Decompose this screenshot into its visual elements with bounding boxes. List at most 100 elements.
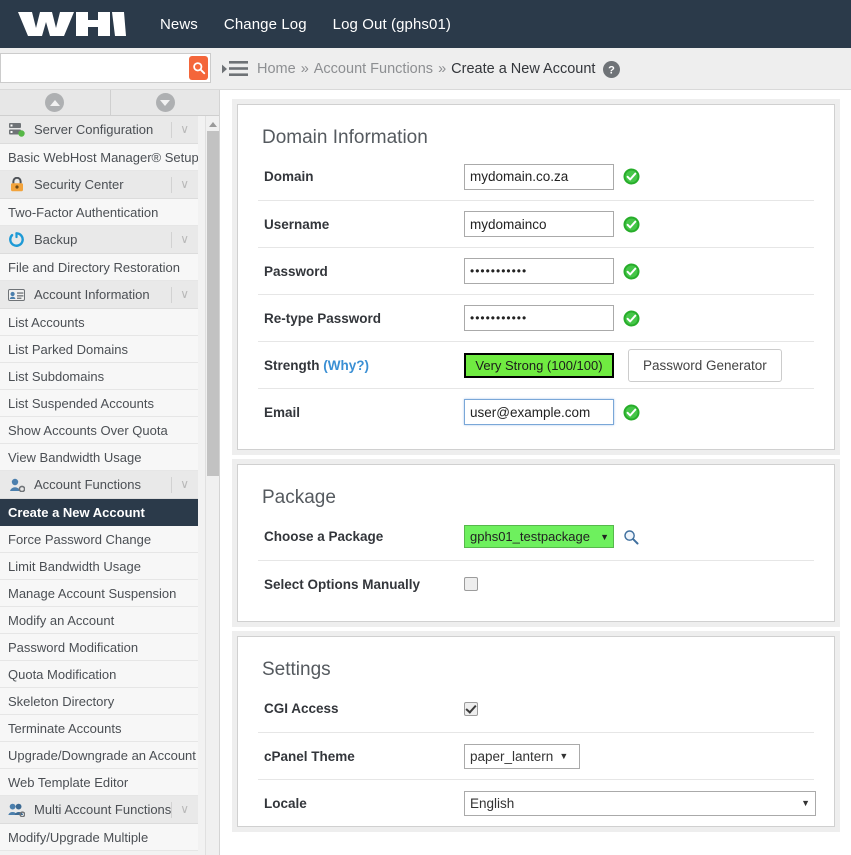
breadcrumb-home[interactable]: Home — [257, 61, 296, 77]
nav-log-out[interactable]: Log Out (gphs01) — [333, 16, 451, 33]
account-info-icon — [8, 287, 25, 302]
breadcrumb: Home » Account Functions » Create a New … — [257, 48, 621, 90]
sidebar-item-limit-bandwidth-usage[interactable]: Limit Bandwidth Usage — [0, 553, 198, 580]
domain-input[interactable] — [464, 163, 614, 190]
divider — [171, 122, 172, 138]
divider — [171, 232, 172, 248]
search-input[interactable] — [1, 55, 189, 81]
panel-title-settings: Settings — [262, 659, 331, 680]
sidebar-item-web-template-editor[interactable]: Web Template Editor — [0, 769, 198, 796]
check-circle-icon — [623, 310, 640, 326]
retype-password-masked-value: ••••••••••• — [470, 311, 528, 325]
toolbar-strip: Home » Account Functions » Create a New … — [0, 48, 851, 90]
check-circle-icon — [623, 168, 640, 185]
field-row-strength: Strength (Why?) Very Strong (100/100) Pa… — [258, 341, 814, 388]
breadcrumb-separator: » — [438, 61, 447, 77]
sidebar-item-modify-upgrade-multiple[interactable]: Modify/Upgrade Multiple — [0, 824, 198, 851]
sidebar-item-show-accounts-over-quota[interactable]: Show Accounts Over Quota — [0, 417, 198, 444]
chevron-down-icon: ▼ — [801, 798, 810, 808]
nav-change-log[interactable]: Change Log — [224, 16, 307, 33]
label-cpanel-theme: cPanel Theme — [264, 748, 355, 764]
cpanel-theme-select[interactable]: paper_lantern ▼ — [464, 743, 580, 769]
sidebar-group-label: Account Functions — [34, 477, 141, 492]
sidebar-item-basic-webhost-manager-setup[interactable]: Basic WebHost Manager® Setup — [0, 144, 198, 171]
sidebar-group-label: Security Center — [34, 177, 124, 192]
label-choose-package: Choose a Package — [264, 529, 384, 544]
chevron-down-icon: ∨ — [180, 177, 189, 191]
password-input[interactable]: ••••••••••• — [464, 258, 614, 284]
scrollbar-up-arrow-icon[interactable] — [206, 116, 219, 129]
email-input[interactable] — [464, 399, 614, 425]
sidebar-item-force-password-change[interactable]: Force Password Change — [0, 526, 198, 553]
panel-title-package: Package — [262, 487, 336, 508]
sidebar: Server Configuration ∨ Basic WebHost Manag… — [0, 90, 220, 855]
user-gear-icon — [8, 477, 25, 492]
sidebar-scrollbar[interactable] — [205, 116, 219, 855]
sidebar-group-label: Account Information — [34, 287, 150, 302]
chevron-up-circle-icon — [45, 93, 65, 112]
username-input[interactable] — [464, 211, 614, 237]
sidebar-scroll-up-button[interactable] — [0, 90, 111, 116]
sidebar-item-terminate-accounts[interactable]: Terminate Accounts — [0, 715, 198, 742]
sidebar-collapse-toggle[interactable] — [222, 60, 248, 78]
collapse-menu-icon — [222, 61, 248, 76]
field-row-email: Email — [258, 388, 814, 435]
strength-text: Strength — [264, 357, 320, 373]
sidebar-group-backup[interactable]: Backup ∨ — [0, 226, 198, 254]
chevron-down-icon: ▼ — [600, 531, 609, 542]
sidebar-group-account-functions[interactable]: Account Functions ∨ — [0, 471, 198, 499]
breadcrumb-separator: » — [300, 61, 309, 77]
sidebar-item-file-and-directory-restoration[interactable]: File and Directory Restoration — [0, 254, 198, 281]
sidebar-item-view-bandwidth-usage[interactable]: View Bandwidth Usage — [0, 444, 198, 471]
label-username: Username — [264, 216, 330, 232]
package-panel: Package Choose a Package gphs01_testpack… — [237, 464, 835, 622]
sidebar-group-security-center[interactable]: Security Center ∨ — [0, 171, 198, 199]
sidebar-group-multi-account-functions[interactable]: Multi Account Functions ∨ — [0, 796, 198, 824]
server-icon — [8, 122, 25, 137]
password-generator-button[interactable]: Password Generator — [628, 348, 782, 382]
magnifier-icon[interactable] — [623, 529, 639, 545]
sidebar-group-account-information[interactable]: Account Information ∨ — [0, 281, 198, 309]
select-options-manually-checkbox[interactable] — [464, 577, 478, 591]
cgi-access-checkbox[interactable] — [464, 701, 478, 716]
divider — [171, 802, 172, 818]
sidebar-item-create-a-new-account[interactable]: Create a New Account — [0, 499, 198, 526]
search-box — [0, 53, 211, 83]
field-row-locale: Locale English ▼ — [258, 779, 816, 826]
sidebar-item-modify-an-account[interactable]: Modify an Account — [0, 607, 198, 634]
sidebar-item-list-accounts[interactable]: List Accounts — [0, 309, 198, 336]
sidebar-menu: Server Configuration ∨ Basic WebHost Manag… — [0, 116, 219, 855]
why-link[interactable]: (Why?) — [323, 358, 369, 373]
sidebar-group-server-configuration[interactable]: Server Configuration ∨ — [0, 116, 198, 144]
sidebar-item-skeleton-directory[interactable]: Skeleton Directory — [0, 688, 198, 715]
check-circle-icon — [623, 216, 640, 232]
locale-value: English — [470, 795, 515, 811]
sidebar-item-two-factor-authentication[interactable]: Two-Factor Authentication — [0, 199, 198, 226]
sidebar-item-manage-account-suspension[interactable]: Manage Account Suspension — [0, 580, 198, 607]
sidebar-scroll-buttons — [0, 90, 219, 116]
sidebar-item-quota-modification[interactable]: Quota Modification — [0, 661, 198, 688]
field-row-username: Username — [258, 200, 814, 247]
breadcrumb-account-functions[interactable]: Account Functions — [314, 61, 433, 77]
sidebar-item-password-modification[interactable]: Password Modification — [0, 634, 198, 661]
sidebar-item-list-parked-domains[interactable]: List Parked Domains — [0, 336, 198, 363]
divider — [171, 177, 172, 193]
sidebar-item-upgrade-downgrade-an-account[interactable]: Upgrade/Downgrade an Account — [0, 742, 198, 769]
nav-news[interactable]: News — [160, 16, 198, 33]
search-button[interactable] — [189, 56, 208, 80]
retype-password-input[interactable]: ••••••••••• — [464, 305, 614, 331]
field-row-select-options-manually: Select Options Manually — [258, 560, 814, 607]
divider — [171, 287, 172, 303]
field-row-cgi-access: CGI Access — [258, 685, 814, 732]
sidebar-item-list-subdomains[interactable]: List Subdomains — [0, 363, 198, 390]
label-locale: Locale — [264, 795, 307, 811]
sidebar-scroll-down-button[interactable] — [110, 90, 219, 116]
locale-select[interactable]: English ▼ — [464, 790, 816, 816]
field-row-domain: Domain — [258, 153, 814, 200]
package-select-value: gphs01_testpackage — [470, 529, 590, 544]
package-select[interactable]: gphs01_testpackage ▼ — [464, 525, 614, 548]
scrollbar-thumb[interactable] — [207, 131, 219, 476]
help-circle-icon[interactable]: ? — [603, 60, 621, 78]
domain-information-panel: Domain Information Domain Username — [237, 104, 835, 450]
sidebar-item-list-suspended-accounts[interactable]: List Suspended Accounts — [0, 390, 198, 417]
